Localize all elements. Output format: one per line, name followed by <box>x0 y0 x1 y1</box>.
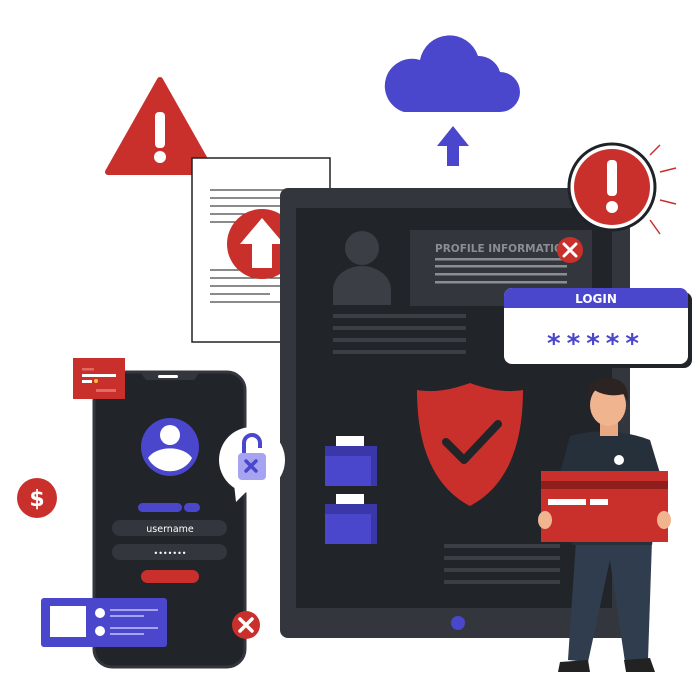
username-text: username <box>146 524 194 535</box>
password-mask: ***** <box>547 329 645 359</box>
dollar-icon: $ <box>17 478 57 518</box>
password-text: ••••••• <box>153 549 186 558</box>
alert-circle-icon <box>567 142 677 235</box>
home-button[interactable] <box>451 616 465 630</box>
skull-icon <box>614 455 624 465</box>
notification-card <box>73 358 125 399</box>
svg-text:$: $ <box>29 487 44 512</box>
profile-information-title: PROFILE INFORMATION <box>435 243 572 255</box>
login-button[interactable] <box>141 570 199 583</box>
login-card[interactable]: LOGIN ***** <box>504 288 692 368</box>
x-icon <box>232 611 260 639</box>
login-title: LOGIN <box>575 292 617 306</box>
cloud-upload-icon <box>384 35 520 166</box>
security-illustration: PROFILE INFORMATION LOGIN ***** username… <box>17 35 692 672</box>
x-icon[interactable] <box>557 237 583 263</box>
user-list-card <box>41 598 167 647</box>
user-avatar-icon <box>141 418 199 476</box>
